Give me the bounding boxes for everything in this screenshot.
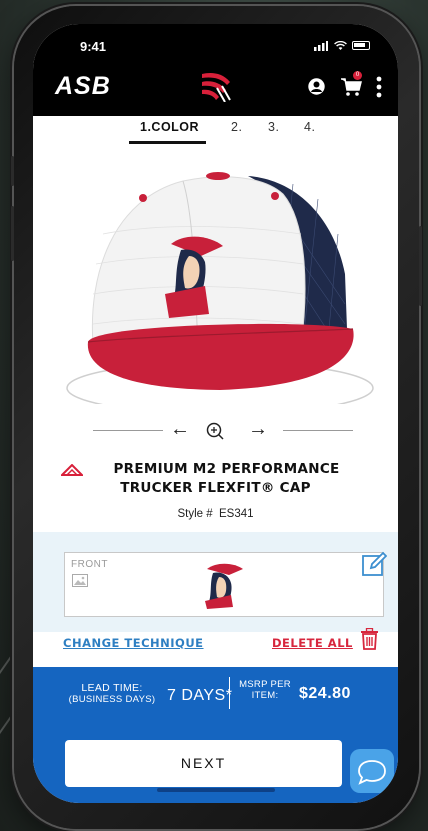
cart-count-badge: 0	[353, 71, 362, 80]
tab-step-4[interactable]: 4.	[304, 120, 315, 134]
product-image-cap[interactable]	[33, 154, 398, 404]
trash-icon[interactable]	[360, 628, 379, 650]
app-screen: 9:41 ASB 0 1.COLOR 2. 3. 4. ← → PREMIUM …	[33, 24, 398, 803]
edit-icon[interactable]	[361, 551, 387, 577]
image-placeholder-icon	[72, 574, 88, 587]
phone-side-button	[419, 226, 422, 306]
phone-side-button	[11, 156, 14, 186]
phone-notch	[134, 24, 298, 54]
battery-icon	[352, 41, 370, 51]
asb-logo[interactable]: ASB	[55, 72, 111, 101]
change-technique-link[interactable]: CHANGE TECHNIQUE	[63, 636, 204, 650]
arrow-left-icon[interactable]: ←	[170, 418, 190, 441]
phone-side-button	[11, 206, 14, 261]
tab-color[interactable]: 1.COLOR	[140, 120, 199, 134]
msrp-price: $24.80	[299, 685, 351, 702]
tab-step-2[interactable]: 2.	[231, 120, 242, 134]
msrp-label-line1: MSRP PER	[239, 679, 291, 690]
product-title-line2: TRUCKER FLEXFIT® CAP	[120, 480, 311, 496]
next-button[interactable]: NEXT	[65, 740, 342, 787]
top-navigation-bar: 9:41 ASB 0	[33, 24, 398, 116]
divider	[283, 430, 353, 431]
product-title: PREMIUM M2 PERFORMANCE TRUCKER FLEXFIT® …	[33, 460, 398, 498]
status-icons	[314, 38, 370, 52]
location-label: FRONT	[71, 559, 108, 570]
msrp-label: MSRP PER ITEM:	[237, 679, 293, 701]
divider	[93, 430, 163, 431]
decoration-logo-thumbnail[interactable]	[203, 561, 247, 609]
wifi-icon	[333, 40, 347, 50]
style-label: Style #	[177, 508, 213, 520]
signal-icon	[314, 40, 329, 51]
chat-bubble-icon	[358, 760, 386, 785]
chat-button[interactable]	[350, 749, 394, 793]
tab-step-3[interactable]: 3.	[268, 120, 279, 134]
user-account-icon[interactable]	[308, 78, 325, 95]
home-indicator	[157, 788, 275, 792]
front-decoration-card[interactable]: FRONT	[64, 551, 387, 617]
delete-all-link[interactable]: DELETE ALL	[272, 636, 353, 650]
msrp-label-line2: ITEM:	[251, 690, 279, 701]
style-value: ES341	[219, 508, 254, 520]
style-number: Style # ES341	[33, 508, 398, 520]
lead-time-sub: (BUSINESS DAYS)	[68, 694, 156, 705]
checkout-footer: LEAD TIME: (BUSINESS DAYS) 7 DAYS* MSRP …	[33, 667, 398, 803]
lead-time-title: LEAD TIME:	[81, 682, 143, 694]
step-tabs: 1.COLOR 2. 3. 4.	[33, 120, 398, 146]
lead-time-label: LEAD TIME: (BUSINESS DAYS)	[57, 682, 167, 706]
zoom-in-icon[interactable]	[205, 421, 225, 441]
view-controls: ← →	[33, 416, 398, 446]
lead-time-value: 7 DAYS*	[167, 687, 233, 704]
arrow-right-icon[interactable]: →	[248, 418, 268, 441]
more-options-icon[interactable]	[376, 76, 382, 98]
status-time: 9:41	[80, 39, 107, 54]
brand-stripes-icon[interactable]	[200, 68, 234, 102]
product-title-line1: PREMIUM M2 PERFORMANCE	[113, 461, 340, 477]
divider	[229, 677, 230, 709]
active-tab-indicator	[129, 141, 206, 144]
